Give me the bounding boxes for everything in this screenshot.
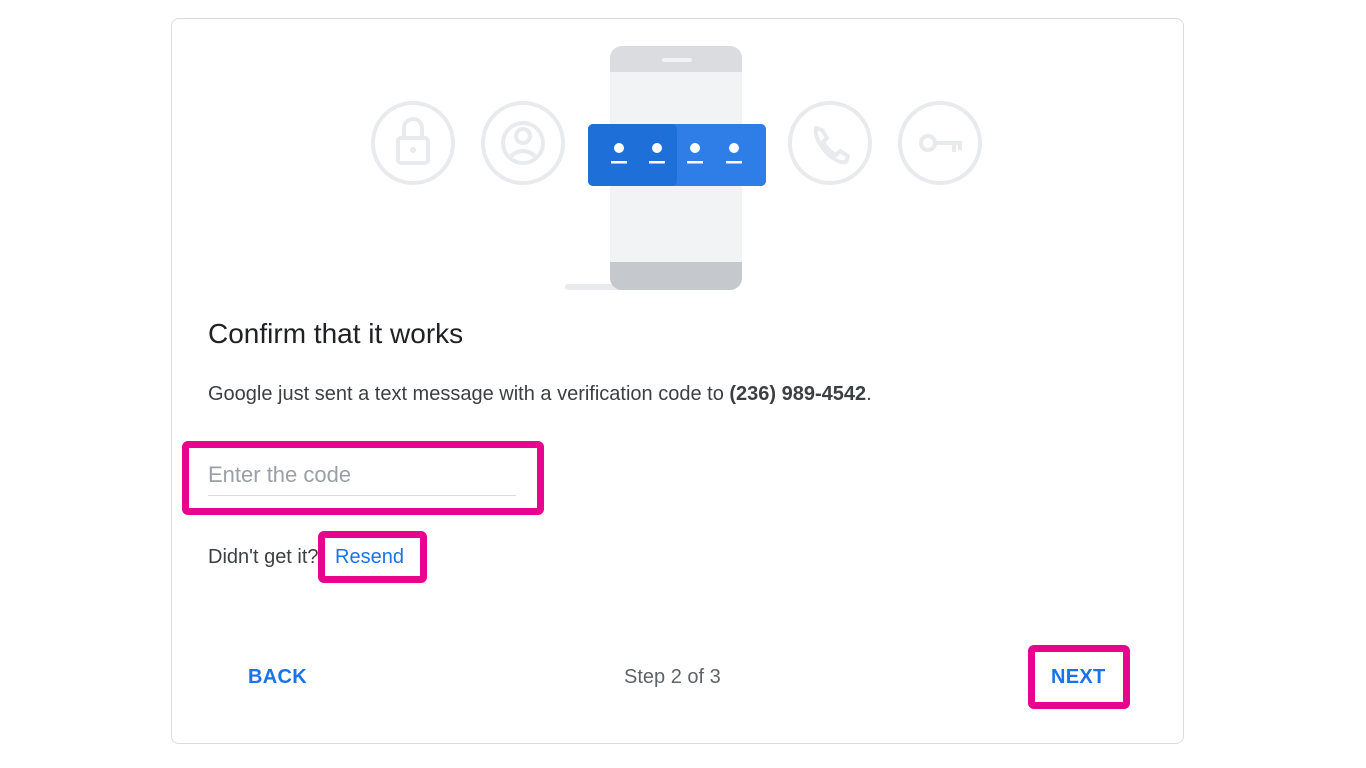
- step-indicator: Step 2 of 3: [624, 666, 721, 688]
- description-period: .: [866, 383, 872, 405]
- page-title: Confirm that it works: [208, 318, 464, 349]
- verification-code-input[interactable]: [208, 455, 516, 496]
- phone-number: (236) 989-4542: [729, 383, 867, 405]
- resend-prompt: Didn't get it?: [208, 546, 319, 568]
- code-dot: [614, 143, 624, 153]
- verification-illustration: [371, 46, 982, 290]
- account-circle-icon: [481, 101, 565, 185]
- code-box-illustration: [588, 124, 766, 186]
- key-icon: [898, 101, 982, 185]
- code-dot: [652, 143, 662, 153]
- code-dot: [690, 143, 700, 153]
- lock-icon: [371, 101, 455, 185]
- back-button[interactable]: BACK: [248, 666, 307, 689]
- verification-description: Google just sent a text message with a v…: [208, 383, 872, 406]
- description-text: Google just sent a text message with a v…: [208, 383, 730, 405]
- next-button[interactable]: NEXT: [1051, 666, 1106, 689]
- code-dot: [729, 143, 739, 153]
- resend-link[interactable]: Resend: [335, 546, 404, 569]
- phone-icon: [788, 101, 872, 185]
